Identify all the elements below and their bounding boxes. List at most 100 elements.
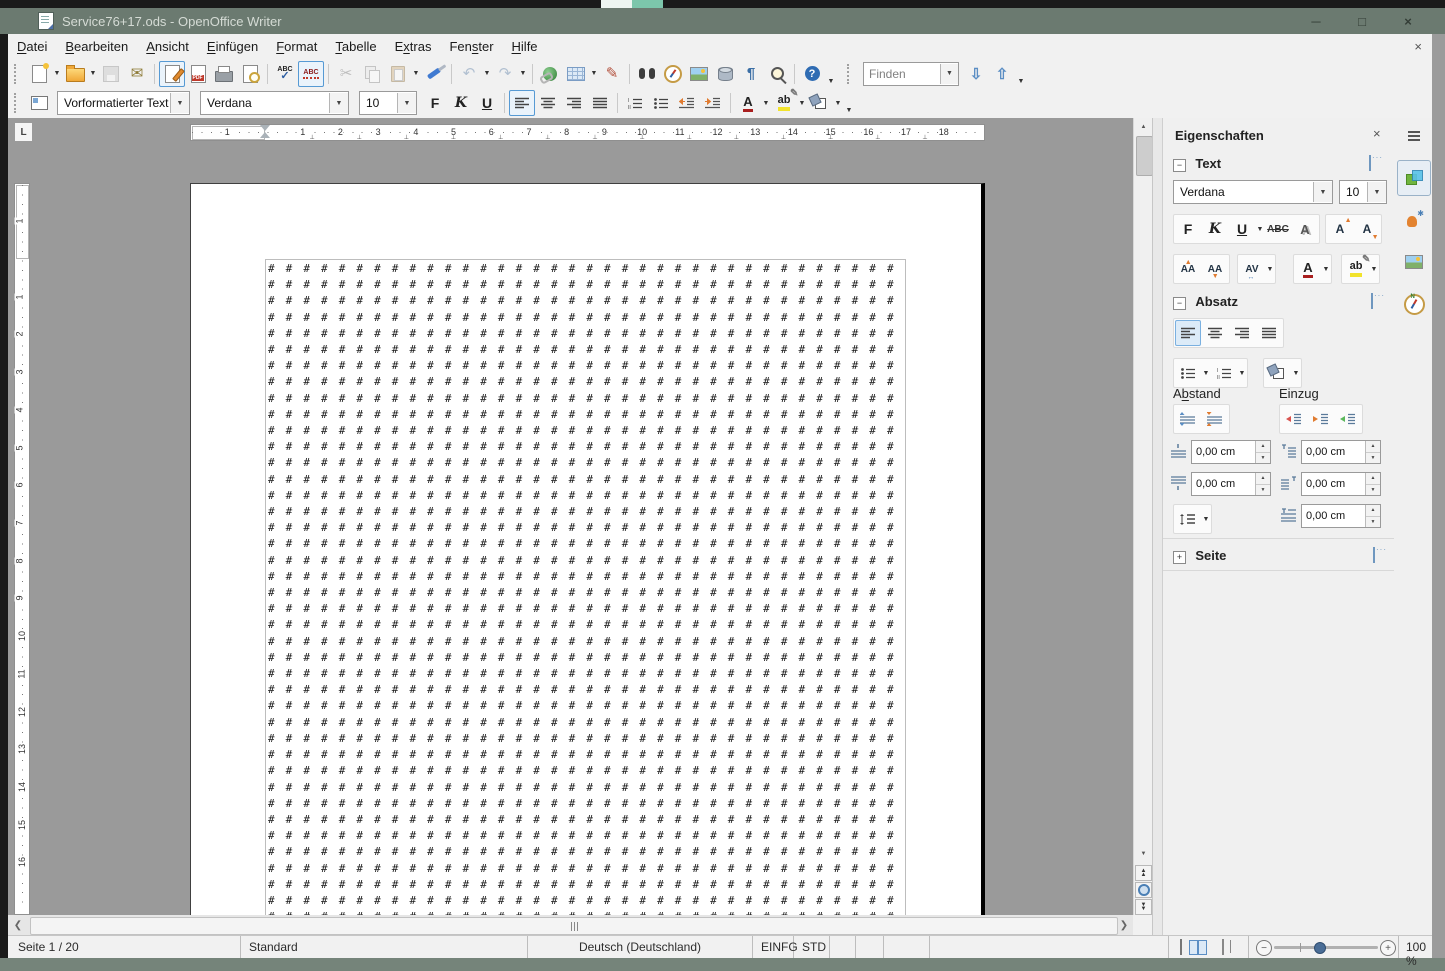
font-name-combo[interactable]: Verdana ▼ [200, 91, 349, 115]
shrink-font-button[interactable]: A▼ [1354, 216, 1380, 242]
sidebar-menu-button[interactable] [1397, 124, 1431, 148]
open-dropdown[interactable]: ▼ [88, 63, 98, 85]
menu-einfgen[interactable]: Einfügen [198, 35, 267, 58]
format-paintbrush-button[interactable] [421, 61, 447, 87]
highlight-color-button[interactable]: ab [771, 90, 797, 116]
page-dialog-launcher[interactable] [1373, 547, 1375, 563]
vertical-scrollbar[interactable]: ▲ ▼ ▲▲ ▼▼ [1133, 118, 1152, 915]
language-indicator[interactable]: Deutsch (Deutschland) [528, 936, 753, 958]
sidebar-size-dropdown[interactable]: ▼ [1367, 182, 1386, 202]
redo-dropdown[interactable]: ▼ [518, 63, 528, 85]
align-center-button[interactable] [535, 90, 561, 116]
below-spacing-down[interactable]: ▼ [1256, 485, 1270, 496]
sidebar-numbered-list-button[interactable]: III [1211, 360, 1237, 386]
single-page-view-button[interactable] [1180, 940, 1182, 954]
edit-mode-button[interactable] [159, 61, 185, 87]
spellcheck-button[interactable]: ABC✓ [272, 61, 298, 87]
styles-tab[interactable] [1397, 202, 1431, 238]
firstline-indent-up[interactable]: ▲ [1366, 505, 1380, 517]
copy-button[interactable] [359, 61, 385, 87]
v-ruler[interactable]: 112345678910111213141516 [14, 145, 30, 915]
save-button[interactable] [98, 61, 124, 87]
background-color-button[interactable] [807, 90, 833, 116]
line-spacing-dropdown[interactable]: ▼ [1202, 508, 1210, 530]
zoom-out-button[interactable]: − [1256, 940, 1272, 956]
paragraph-dialog-launcher[interactable] [1371, 293, 1373, 309]
zoom-slider-thumb[interactable] [1314, 942, 1326, 954]
increase-indent-button[interactable] [700, 90, 726, 116]
strikethrough-button[interactable]: ABC [1265, 216, 1291, 242]
zoom-level-indicator[interactable]: 100 % [1406, 940, 1432, 968]
sidebar-highlight-dropdown[interactable]: ▼ [1370, 258, 1378, 280]
shadow-button[interactable]: A [1292, 216, 1318, 242]
h-ruler[interactable]: 1123456789101112131415161718⊥⊥⊥⊥⊥⊥⊥⊥⊥⊥⊥⊥… [32, 124, 1133, 141]
bullet-list-dropdown[interactable]: ▼ [1202, 362, 1210, 384]
after-indent-down[interactable]: ▼ [1366, 485, 1380, 496]
line-spacing-button[interactable] [1175, 506, 1201, 532]
maximize-button[interactable]: □ [1339, 8, 1385, 34]
expand-icon[interactable]: + [1173, 551, 1186, 564]
undo-dropdown[interactable]: ▼ [482, 63, 492, 85]
menu-fenster[interactable]: Fenster [440, 35, 502, 58]
sidebar-increase-indent-button[interactable] [1281, 406, 1307, 432]
align-justify-button[interactable] [587, 90, 613, 116]
titlebar[interactable]: Service76+17.ods - OpenOffice Writer ─ □… [0, 8, 1445, 34]
page-section-header[interactable]: + Seite [1173, 548, 1226, 564]
formatting-marks-button[interactable]: ¶ [738, 61, 764, 87]
text-dialog-launcher[interactable] [1369, 155, 1371, 171]
sidebar-underline-button[interactable]: U [1229, 216, 1255, 242]
tab-type-selector[interactable]: L [14, 122, 33, 142]
page-style-indicator[interactable]: Standard [241, 936, 528, 958]
draw-functions-button[interactable]: ✎ [599, 61, 625, 87]
sidebar-close-button[interactable]: × [1373, 126, 1381, 141]
before-indent-down[interactable]: ▼ [1366, 453, 1380, 464]
collapse-icon[interactable]: − [1173, 297, 1186, 310]
bold-button[interactable]: F [422, 90, 448, 116]
selection-mode-indicator[interactable]: STD [794, 936, 830, 958]
above-spacing-value[interactable]: 0,00 cm [1192, 441, 1255, 463]
below-spacing-value[interactable]: 0,00 cm [1192, 473, 1255, 495]
italic-button[interactable]: K [448, 90, 474, 116]
find-toolbar-overflow[interactable]: ▼ [1015, 61, 1027, 87]
document-close-button[interactable]: × [1414, 39, 1422, 54]
below-spacing-up[interactable]: ▲ [1256, 473, 1270, 485]
underline-button[interactable]: U [474, 90, 500, 116]
toolbar-grip[interactable] [14, 64, 20, 84]
text-section-header[interactable]: − Text [1173, 156, 1221, 172]
paste-button[interactable] [385, 61, 411, 87]
paragraph-background-dropdown[interactable]: ▼ [1292, 362, 1300, 384]
sidebar-highlight-button[interactable]: ab [1343, 256, 1369, 282]
find-previous-button[interactable]: ⇧ [989, 61, 1015, 87]
bullet-list-button[interactable] [648, 90, 674, 116]
sidebar-italic-button[interactable]: K [1202, 216, 1228, 242]
above-spacing-up[interactable]: ▲ [1256, 441, 1270, 453]
signature-indicator[interactable] [856, 936, 884, 958]
sidebar-bullet-list-button[interactable] [1175, 360, 1201, 386]
insert-mode-indicator[interactable]: EINFG [753, 936, 794, 958]
find-toolbar-grip[interactable] [847, 64, 853, 84]
numbered-list-button[interactable]: III [622, 90, 648, 116]
menu-tabelle[interactable]: Tabelle [326, 35, 385, 58]
sidebar-align-left-button[interactable] [1175, 320, 1201, 346]
zoom-in-button[interactable]: + [1380, 940, 1396, 956]
sidebar-font-color-button[interactable]: A [1295, 256, 1321, 282]
underline-dropdown[interactable]: ▼ [1256, 218, 1264, 240]
menu-bearbeiten[interactable]: Bearbeiten [56, 35, 137, 58]
find-combo-dropdown[interactable]: ▼ [940, 64, 958, 84]
print-button[interactable] [211, 61, 237, 87]
menu-hilfe[interactable]: Hilfe [503, 35, 547, 58]
font-combo-dropdown[interactable]: ▼ [329, 93, 348, 113]
before-indent-up[interactable]: ▲ [1366, 441, 1380, 453]
size-combo-dropdown[interactable]: ▼ [397, 93, 416, 113]
scroll-up-button[interactable]: ▲ [1135, 119, 1152, 135]
insert-table-button[interactable] [563, 61, 589, 87]
decrease-indent-button[interactable] [674, 90, 700, 116]
help-button[interactable]: ? [799, 61, 825, 87]
cut-button[interactable]: ✂ [333, 61, 359, 87]
new-document-button[interactable] [26, 61, 52, 87]
standard-toolbar-overflow[interactable]: ▼ [825, 61, 837, 87]
decrease-spacing-button[interactable] [1202, 406, 1228, 432]
paragraph-section-header[interactable]: − Absatz [1173, 294, 1238, 310]
redo-button[interactable]: ↷ [492, 61, 518, 87]
character-spacing-dropdown[interactable]: ▼ [1266, 258, 1274, 280]
